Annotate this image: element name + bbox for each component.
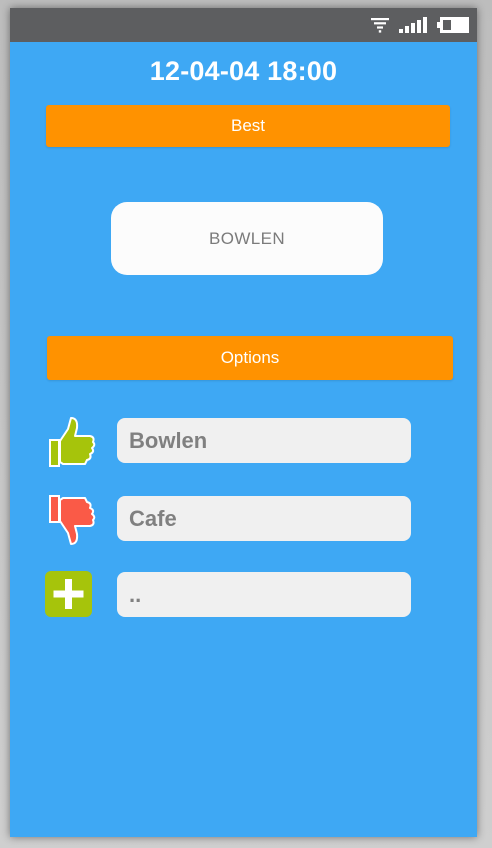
signal-icon [399, 17, 427, 33]
date-time-title: 12-04-04 18:00 [149, 56, 338, 86]
option-row-new: .. [44, 570, 444, 620]
thumbs-up-icon[interactable] [44, 416, 96, 468]
option-row-cafe: Cafe [44, 494, 444, 546]
option-row-bowlen: Bowlen [44, 416, 444, 468]
app-screen: 12-04-04 18:00 Best BOWLEN Options Bowle… [10, 8, 477, 837]
status-icons [371, 16, 469, 34]
battery-icon [437, 17, 469, 33]
options-button[interactable]: Options [47, 336, 453, 380]
thumbs-down-icon[interactable] [44, 494, 96, 546]
option-field-bowlen[interactable]: Bowlen [117, 418, 411, 463]
best-result-card: BOWLEN [111, 202, 383, 275]
wifi-icon [371, 18, 389, 33]
add-icon[interactable] [44, 570, 96, 622]
status-bar [10, 8, 477, 42]
option-field-new[interactable]: .. [117, 572, 411, 617]
screen-frame: 12-04-04 18:00 Best BOWLEN Options Bowle… [0, 0, 492, 848]
best-button[interactable]: Best [46, 105, 450, 147]
option-field-cafe[interactable]: Cafe [117, 496, 411, 541]
